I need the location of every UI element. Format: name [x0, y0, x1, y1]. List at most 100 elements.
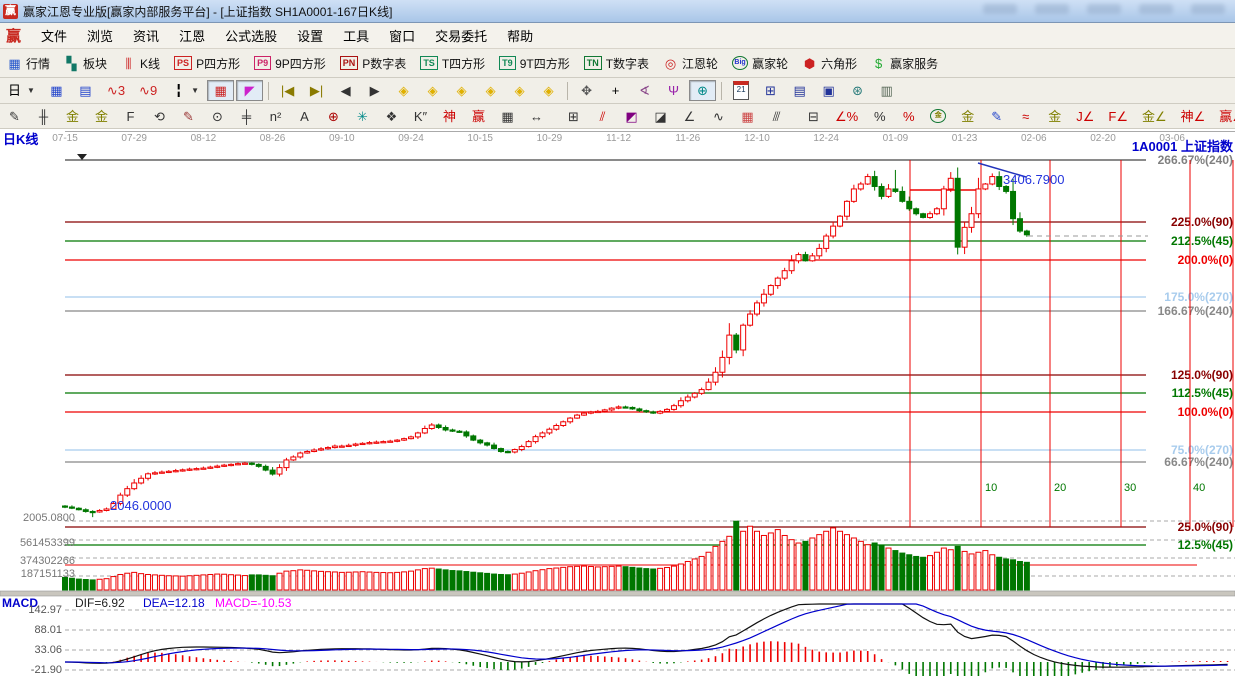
wave-lines-button[interactable]: ∿ [705, 106, 732, 127]
calculator-button[interactable]: ⊞ [757, 80, 784, 101]
web-teal-button[interactable]: ✳ [349, 106, 376, 127]
menu-item-2[interactable]: 资讯 [123, 23, 169, 48]
gann-diamond-h-button[interactable]: ◈ [448, 80, 475, 101]
fan-box-button[interactable]: ◪ [647, 106, 674, 127]
gann-purple-button[interactable]: Ψ [660, 80, 687, 101]
box-corner-button[interactable]: ⊞ [560, 106, 587, 127]
net-red-button[interactable]: ▦ [207, 80, 234, 101]
f-angle-button[interactable]: F∠ [1102, 106, 1134, 127]
t-square-button[interactable]: TST四方形 [414, 52, 491, 75]
gold-line2-button[interactable]: 金 [1041, 106, 1068, 127]
shen-grid-button[interactable]: 神 [436, 106, 463, 127]
gold-grid-button[interactable]: 金 [59, 106, 86, 127]
k-quote-button[interactable]: K″ [407, 106, 434, 127]
next-button[interactable]: ▶ [361, 80, 388, 101]
gann-diamond-x-button[interactable]: ◈ [477, 80, 504, 101]
gann-wheel-button[interactable]: ◎江恩轮 [657, 52, 724, 75]
pen-blue-button[interactable]: ✎ [983, 106, 1010, 127]
dense-grid-button[interactable]: ╪ [233, 106, 260, 127]
hexagon-button[interactable]: ⬢六角形 [796, 52, 863, 75]
menu-item-9[interactable]: 帮助 [497, 23, 543, 48]
p-number-button[interactable]: PNP数字表 [334, 52, 413, 75]
report-button[interactable]: ▤ [72, 80, 99, 101]
gann-net-button[interactable]: ▦ [43, 80, 70, 101]
wave3-button[interactable]: ∿3 [101, 80, 131, 101]
grid-red-button[interactable]: ▦ [734, 106, 761, 127]
sectors-button[interactable]: ▚板块 [58, 52, 113, 75]
menu-item-3[interactable]: 江恩 [169, 23, 215, 48]
menu-item-8[interactable]: 交易委托 [425, 23, 497, 48]
gann-diamond-left-button[interactable]: ◈ [390, 80, 417, 101]
compass-button[interactable]: ⊙ [204, 106, 231, 127]
dropdown-arrow-icon: ▼ [27, 86, 35, 95]
n2-grid-button[interactable]: n² [262, 106, 289, 127]
wave9-button[interactable]: ∿9 [133, 80, 163, 101]
fan-purple-button[interactable]: ◩ [618, 106, 645, 127]
last-page-button[interactable]: ▶| [303, 80, 330, 101]
quotes-button[interactable]: ▦行情 [1, 52, 56, 75]
gold-line-button[interactable]: 金 [954, 106, 981, 127]
menu-item-0[interactable]: 文件 [31, 23, 77, 48]
fan-red-button[interactable]: ⫽ [589, 106, 616, 127]
a-angle-button[interactable]: A [291, 106, 318, 127]
f-grid-button[interactable]: F [117, 106, 144, 127]
j-angle-button[interactable]: J∠ [1070, 106, 1100, 127]
menu-item-4[interactable]: 公式选股 [215, 23, 287, 48]
hand-tool-button[interactable]: ✥ [573, 80, 600, 101]
gold-circle-button[interactable]: 金 [924, 106, 952, 126]
menu-item-6[interactable]: 工具 [333, 23, 379, 48]
web-box-button[interactable]: ❖ [378, 106, 405, 127]
menu-item-7[interactable]: 窗口 [379, 23, 425, 48]
volume-bar [97, 579, 102, 590]
col-ratio-button[interactable]: ⊟ [800, 106, 827, 127]
diamond-cross-icon: ◈ [512, 83, 527, 98]
wave-red-button[interactable]: ≈ [1012, 106, 1039, 127]
calculator-icon: ⊞ [763, 83, 778, 98]
gann-diamond-full-button[interactable]: ◈ [535, 80, 562, 101]
winner-wheel-button[interactable]: Big赢家轮 [726, 52, 794, 75]
shen-angle-button[interactable]: 神∠ [1175, 106, 1212, 127]
crosshair-button[interactable]: + [602, 80, 629, 101]
save-button[interactable]: ▣ [815, 80, 842, 101]
gann-diamond-cross-button[interactable]: ◈ [506, 80, 533, 101]
grid123-button[interactable]: ▦ [494, 106, 521, 127]
gann-diamond-right-button[interactable]: ◈ [419, 80, 446, 101]
pen2-button[interactable]: ✎ [175, 106, 202, 127]
chart-area[interactable]: 07-1507-2908-1208-2609-1009-2410-1510-29… [0, 129, 1235, 679]
spiral-button[interactable]: ⟲ [146, 106, 173, 127]
cycle-tool-button[interactable]: ⊕ [689, 80, 716, 101]
notes-button[interactable]: ▤ [786, 80, 813, 101]
candle-style-button[interactable]: ╏▼ [165, 80, 205, 101]
pct-button[interactable]: % [866, 106, 893, 127]
color-chart-button[interactable]: ◤ [236, 80, 263, 101]
t9-square-button[interactable]: T99T四方形 [493, 52, 576, 75]
draw-pen-button[interactable]: ✎ [1, 106, 28, 127]
gold-grid2-button[interactable]: 金 [88, 106, 115, 127]
draw-grid-button[interactable]: ╫ [30, 106, 57, 127]
print-button[interactable]: ▥ [873, 80, 900, 101]
arrows-button[interactable]: ↔ [523, 106, 550, 127]
menu-item-1[interactable]: 浏览 [77, 23, 123, 48]
winner-service-button[interactable]: $赢家服务 [865, 52, 944, 75]
calendar-button[interactable]: 21 [727, 78, 755, 103]
circle-cross-button[interactable]: ⊕ [320, 106, 347, 127]
period-day-button[interactable]: 日▼ [1, 80, 41, 101]
kline-chart[interactable]: 07-1507-2908-1208-2609-1009-2410-1510-29… [0, 129, 1235, 679]
candle-body [436, 425, 441, 427]
angle-lines-button[interactable]: ∠ [676, 106, 703, 127]
p9-square-button[interactable]: P99P四方形 [248, 52, 332, 75]
t-number-button[interactable]: TNT数字表 [578, 52, 655, 75]
win-grid-button[interactable]: 赢 [465, 106, 492, 127]
p-square-button[interactable]: PSP四方形 [168, 52, 246, 75]
angle-measure-button[interactable]: ∢ [631, 80, 658, 101]
pct-angle-button[interactable]: ∠% [829, 106, 864, 127]
win-angle-button[interactable]: 赢∠ [1213, 106, 1235, 127]
gold-angle-button[interactable]: 金∠ [1136, 106, 1173, 127]
first-page-button[interactable]: |◀ [274, 80, 301, 101]
kline-button[interactable]: ⫼K线 [115, 52, 166, 75]
menu-item-5[interactable]: 设置 [287, 23, 333, 48]
pct-line-button[interactable]: % [895, 106, 922, 127]
prev-button[interactable]: ◀ [332, 80, 359, 101]
parallel-button[interactable]: ⫻ [763, 106, 790, 127]
web-share-button[interactable]: ⊛ [844, 80, 871, 101]
